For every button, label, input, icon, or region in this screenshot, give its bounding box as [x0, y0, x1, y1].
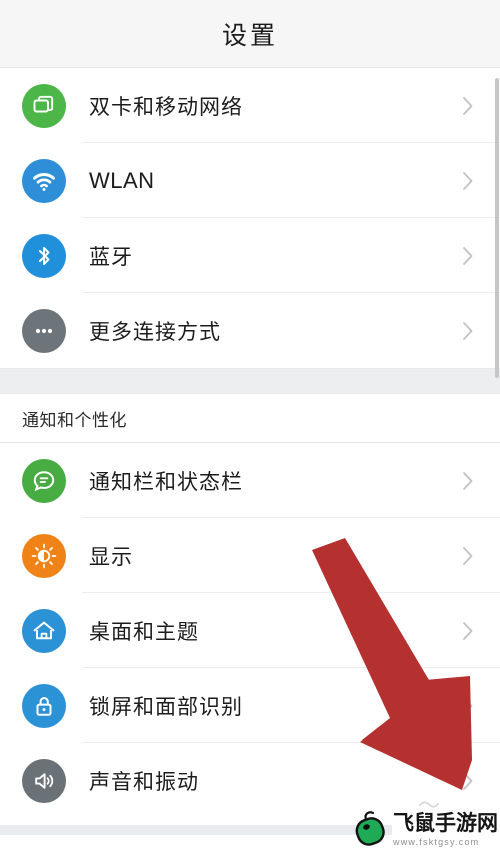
settings-row-label: 锁屏和面部识别 [89, 694, 243, 719]
settings-row-label: 桌面和主题 [89, 619, 199, 644]
app-header: 设置 [0, 0, 500, 68]
settings-screen: 设置 双卡和移动网络 WLAN 蓝牙 更多连接方式 通知和个性化 通知栏和状态栏… [0, 0, 500, 858]
site-watermark: 飞鼠手游网 www.fsktgsy.com [353, 805, 498, 855]
sim-card-icon [22, 83, 66, 128]
chevron-right-icon [462, 771, 474, 791]
lock-icon [22, 683, 66, 728]
settings-row-sim-and-mobile-network[interactable]: 双卡和移动网络 [0, 68, 500, 143]
chevron-right-icon [462, 96, 474, 116]
settings-list[interactable]: 双卡和移动网络 WLAN 蓝牙 更多连接方式 通知和个性化 通知栏和状态栏 显示… [0, 68, 500, 858]
bluetooth-icon [22, 233, 66, 278]
settings-row-label: 显示 [89, 544, 133, 569]
chat-bubble-icon [22, 458, 66, 503]
list-scrollbar[interactable] [495, 68, 499, 858]
settings-row-lock-screen-and-face-unlock[interactable]: 锁屏和面部识别 [0, 668, 500, 743]
settings-row-label: 蓝牙 [89, 244, 133, 269]
chevron-right-icon [462, 696, 474, 716]
settings-row-label: 声音和振动 [89, 769, 199, 794]
mouse-logo-icon [353, 810, 391, 850]
speaker-icon [22, 758, 66, 803]
home-icon [22, 608, 66, 653]
settings-row-notification-and-status-bar[interactable]: 通知栏和状态栏 [0, 443, 500, 518]
wifi-icon [22, 158, 66, 203]
settings-row-wlan[interactable]: WLAN [0, 143, 500, 218]
scrollbar-thumb[interactable] [495, 78, 499, 378]
settings-row-display[interactable]: 显示 [0, 518, 500, 593]
settings-row-label: 更多连接方式 [89, 319, 221, 344]
chevron-right-icon [462, 546, 474, 566]
page-title: 设置 [221, 20, 278, 50]
settings-group-connectivity: 双卡和移动网络 WLAN 蓝牙 更多连接方式 [0, 68, 500, 368]
more-dots-icon [22, 308, 66, 353]
chevron-right-icon [462, 171, 474, 191]
settings-row-label: WLAN [89, 167, 155, 193]
settings-row-home-screen-and-theme[interactable]: 桌面和主题 [0, 593, 500, 668]
watermark-title: 飞鼠手游网 [393, 811, 498, 835]
section-separator [0, 368, 500, 394]
settings-row-bluetooth[interactable]: 蓝牙 [0, 218, 500, 293]
settings-group-notifications: 通知和个性化 通知栏和状态栏 显示 桌面和主题 锁屏和面部识别 声音和振动 [0, 394, 500, 818]
section-header-notifications: 通知和个性化 [0, 394, 500, 442]
chevron-right-icon [462, 621, 474, 641]
watermark-url: www.fsktgsy.com [393, 837, 480, 847]
settings-row-more-connections[interactable]: 更多连接方式 [0, 293, 500, 368]
section-header-label: 通知和个性化 [22, 410, 127, 431]
chevron-right-icon [462, 321, 474, 341]
watermark-text: 飞鼠手游网 www.fsktgsy.com [393, 811, 498, 848]
settings-row-label: 双卡和移动网络 [89, 94, 243, 119]
chevron-right-icon [462, 246, 474, 266]
chevron-right-icon [462, 471, 474, 491]
bottom-progress-bar [0, 825, 392, 835]
settings-row-label: 通知栏和状态栏 [89, 469, 243, 494]
brightness-icon [22, 533, 66, 578]
